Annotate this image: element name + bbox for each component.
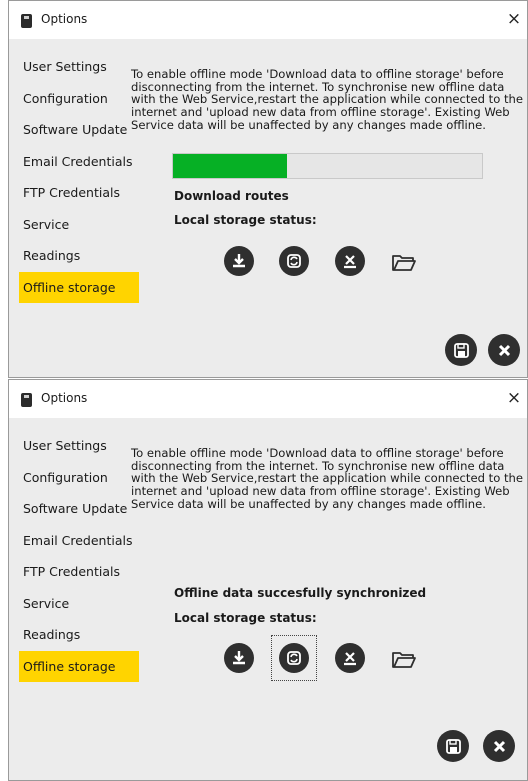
local-storage-label: Local storage status: (174, 213, 317, 227)
sidebar-item-software-update[interactable]: Software Update (19, 493, 139, 525)
sidebar-item-offline-storage[interactable]: Offline storage (19, 650, 139, 682)
delete-icon (344, 255, 356, 269)
sidebar-item-user-settings[interactable]: User Settings (19, 51, 139, 83)
options-window-downloading: Options × User Settings Configuration So… (8, 0, 528, 378)
download-icon (233, 254, 245, 268)
cancel-button[interactable] (488, 334, 520, 366)
sync-button[interactable] (279, 643, 309, 673)
download-progress-bar (172, 153, 483, 179)
sidebar-item-configuration[interactable]: Configuration (19, 83, 139, 115)
offline-info-text: To enable offline mode 'Download data to… (131, 446, 524, 511)
sidebar-item-configuration[interactable]: Configuration (19, 462, 139, 494)
offline-info-text: To enable offline mode 'Download data to… (131, 67, 524, 132)
download-button[interactable] (224, 246, 254, 276)
save-button[interactable] (437, 730, 469, 762)
sync-icon (287, 651, 301, 665)
sidebar-item-email-credentials[interactable]: Email Credentials (19, 525, 139, 557)
save-icon (445, 738, 461, 754)
status-text: Download routes (174, 189, 289, 203)
folder-open-icon (392, 255, 416, 271)
options-window-synchronized: Options × User Settings Configuration So… (8, 379, 528, 781)
sidebar-item-readings[interactable]: Readings (19, 619, 139, 651)
local-storage-label: Local storage status: (174, 611, 317, 625)
app-icon (21, 393, 32, 407)
sidebar: User Settings Configuration Software Upd… (19, 430, 139, 682)
sync-icon (287, 254, 301, 268)
download-icon (233, 651, 245, 665)
open-folder-button[interactable] (389, 644, 419, 674)
open-folder-button[interactable] (389, 247, 419, 277)
status-text: Offline data succesfully synchronized (174, 586, 427, 600)
app-icon (21, 14, 32, 28)
sidebar-item-user-settings[interactable]: User Settings (19, 430, 139, 462)
save-button[interactable] (445, 334, 477, 366)
close-circle-icon (493, 740, 505, 752)
sidebar-item-service[interactable]: Service (19, 209, 139, 241)
window-title: Options (41, 391, 88, 405)
window-close-button[interactable]: × (503, 387, 525, 409)
title-bar: Options × (9, 380, 527, 418)
delete-offline-button[interactable] (335, 246, 365, 276)
sync-button[interactable] (279, 246, 309, 276)
sidebar-item-ftp-credentials[interactable]: FTP Credentials (19, 177, 139, 209)
sidebar-item-readings[interactable]: Readings (19, 240, 139, 272)
window-title: Options (41, 12, 88, 26)
save-icon (453, 342, 469, 358)
sidebar-item-software-update[interactable]: Software Update (19, 114, 139, 146)
sidebar-item-ftp-credentials[interactable]: FTP Credentials (19, 556, 139, 588)
download-button[interactable] (224, 643, 254, 673)
cancel-button[interactable] (483, 730, 515, 762)
delete-icon (344, 652, 356, 666)
close-circle-icon (498, 344, 510, 356)
title-bar: Options × (9, 1, 527, 39)
window-close-button[interactable]: × (503, 8, 525, 30)
sidebar: User Settings Configuration Software Upd… (19, 51, 139, 303)
sidebar-item-email-credentials[interactable]: Email Credentials (19, 146, 139, 178)
folder-open-icon (392, 652, 416, 668)
sidebar-item-service[interactable]: Service (19, 588, 139, 620)
delete-offline-button[interactable] (335, 643, 365, 673)
progress-fill (173, 154, 288, 178)
sidebar-item-offline-storage[interactable]: Offline storage (19, 271, 139, 303)
